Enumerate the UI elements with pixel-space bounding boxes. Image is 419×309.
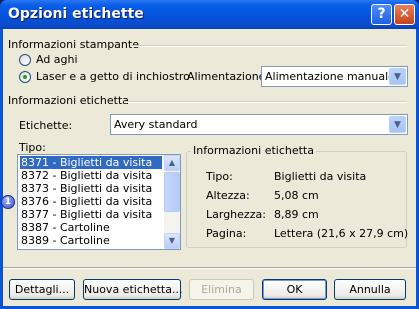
feed-label: Alimentazione:	[187, 70, 270, 83]
details-value-width: 8,89 cm	[274, 208, 319, 221]
feed-select[interactable]: Alimentazione manuale ▼	[261, 66, 408, 87]
details-key-type: Tipo:	[206, 170, 233, 183]
divider	[3, 267, 416, 269]
details-key-height: Altezza:	[206, 189, 250, 202]
labels-select-value: Avery standard	[114, 118, 198, 131]
radio-selected-dot	[23, 75, 27, 79]
details-key-width: Larghezza:	[206, 208, 266, 221]
details-value-height: 5,08 cm	[274, 189, 319, 202]
new-label-button[interactable]: Nuova etichetta...	[83, 279, 182, 300]
dialog-window: Opzioni etichette ? ✕ Informazioni stamp…	[0, 0, 419, 309]
chevron-down-icon[interactable]: ▼	[389, 68, 406, 85]
divider	[124, 101, 407, 103]
details-key-page: Pagina:	[206, 227, 247, 240]
radio-laser-label: Laser e a getto di inchiostro	[36, 70, 190, 83]
title-bar: Opzioni etichette ? ✕	[0, 0, 419, 29]
details-value-page: Lettera (21,6 x 27,9 cm)	[274, 227, 409, 240]
dialog-client: Informazioni stampante Ad aghi Laser e a…	[1, 29, 416, 306]
close-icon: ✕	[398, 6, 411, 22]
details-value-type: Biglietti da visita	[274, 170, 367, 183]
radio-dot-matrix-label: Ad aghi	[36, 53, 78, 66]
scroll-up-icon[interactable]: ▲	[164, 155, 180, 171]
scroll-down-icon[interactable]: ▼	[164, 233, 180, 249]
close-button[interactable]: ✕	[394, 4, 415, 25]
divider	[131, 45, 407, 47]
chevron-down-icon[interactable]: ▼	[389, 116, 406, 133]
radio-dot-matrix[interactable]	[19, 54, 31, 66]
printer-info-label: Informazioni stampante	[8, 38, 139, 51]
delete-button[interactable]: Elimina	[189, 279, 254, 300]
details-box-title: Informazioni etichetta	[191, 144, 316, 157]
step-badge: 1	[1, 195, 15, 209]
ok-button[interactable]: OK	[262, 279, 327, 300]
list-item[interactable]: 8389 - Cartoline	[20, 234, 162, 247]
type-list[interactable]: 8371 - Biglietti da visita 8372 - Biglie…	[17, 154, 181, 250]
list-item[interactable]: 8371 - Biglietti da visita	[20, 156, 162, 169]
list-item[interactable]: 8376 - Biglietti da visita	[20, 195, 162, 208]
cancel-button[interactable]: Annulla	[334, 279, 406, 300]
type-label: Tipo:	[19, 141, 46, 154]
list-scrollbar[interactable]: ▲ ▼	[164, 155, 180, 249]
details-button[interactable]: Dettagli...	[9, 279, 75, 300]
scroll-thumb[interactable]	[164, 172, 180, 212]
labels-select[interactable]: Avery standard ▼	[110, 114, 408, 135]
list-item[interactable]: 8387 - Cartoline	[20, 221, 162, 234]
label-info-label: Informazioni etichetta	[8, 94, 129, 107]
list-item[interactable]: 8372 - Biglietti da visita	[20, 169, 162, 182]
list-item[interactable]: 8373 - Biglietti da visita	[20, 182, 162, 195]
feed-select-value: Alimentazione manuale	[265, 70, 395, 83]
help-icon: ?	[377, 6, 386, 22]
labels-label: Etichette:	[19, 119, 73, 132]
radio-laser[interactable]	[19, 71, 31, 83]
help-button[interactable]: ?	[371, 4, 392, 25]
window-title: Opzioni etichette	[8, 6, 144, 22]
list-item[interactable]: 8377 - Biglietti da visita	[20, 208, 162, 221]
